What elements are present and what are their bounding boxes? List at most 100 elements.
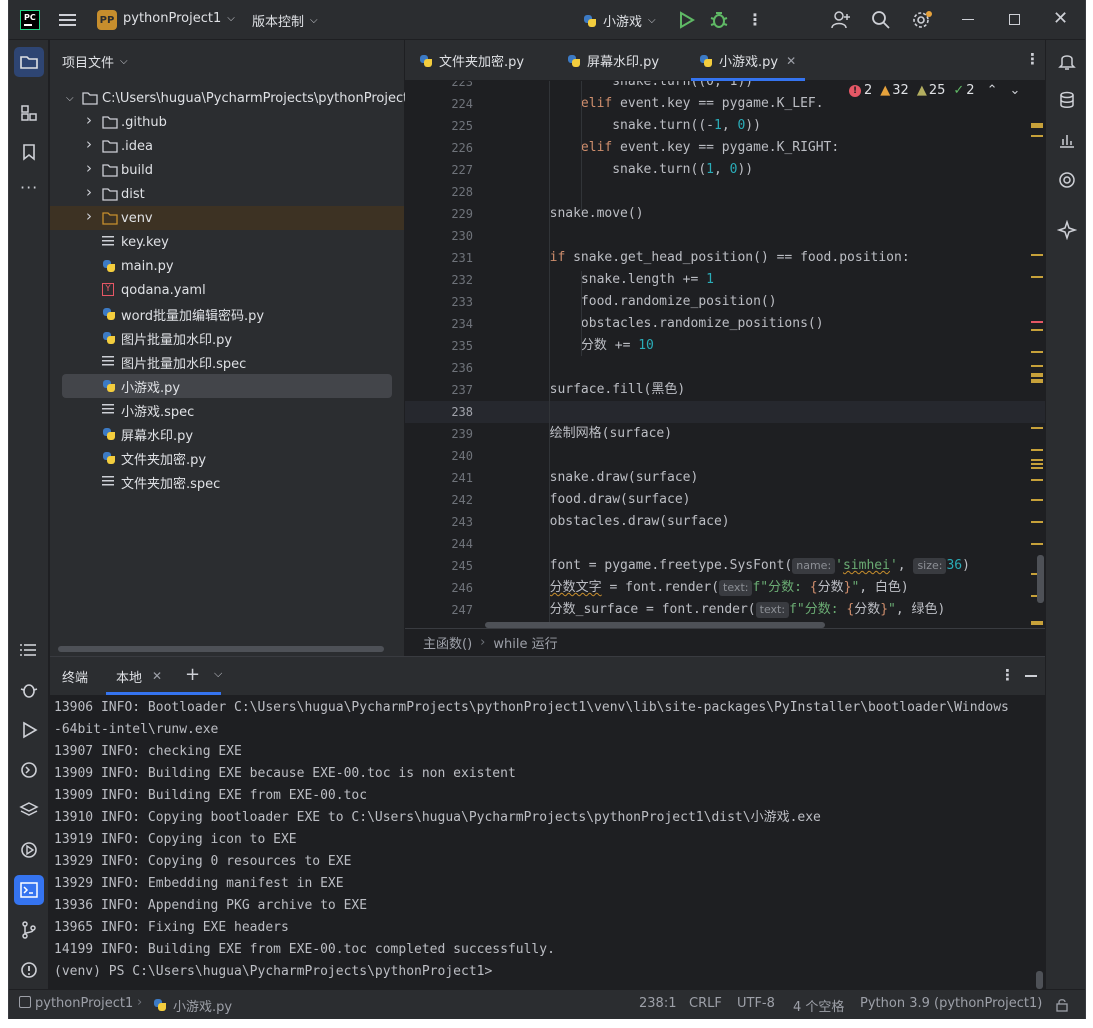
ide-window: PC PP pythonProject1 ⌵ 版本控制 ⌵ 小游戏 ⌵ ⋮ ✕ … — [8, 0, 1086, 1019]
terminal-line: -64bit-intel\runw.exe — [54, 722, 219, 737]
ai-assistant-icon[interactable] — [1057, 220, 1077, 240]
tree-item[interactable]: › build — [50, 158, 404, 182]
chevron-right-icon[interactable]: › — [86, 159, 92, 177]
hide-panel-icon[interactable] — [1025, 675, 1037, 677]
chevron-down-icon[interactable]: ⌄ — [1009, 83, 1020, 98]
vertical-scrollbar[interactable] — [1036, 971, 1043, 989]
add-user-icon[interactable] — [831, 10, 851, 30]
tab-screen-watermark[interactable]: 屏幕水印.py — [567, 40, 659, 81]
tree-item[interactable]: 文件夹加密.spec — [50, 470, 404, 494]
code-area[interactable]: 223 snake.turn((0, 1)) 224 elif event.ke… — [405, 81, 1045, 628]
bug-icon[interactable] — [709, 10, 729, 30]
debug-tool-icon[interactable] — [19, 680, 39, 700]
layers-icon[interactable] — [19, 800, 39, 820]
chevron-right-icon[interactable]: › — [86, 183, 92, 201]
scroll-marker — [1031, 379, 1043, 383]
indent-guide — [581, 271, 582, 356]
search-icon[interactable] — [871, 10, 891, 30]
notifications-icon[interactable] — [1057, 51, 1077, 71]
run-config-label: 小游戏 — [603, 15, 643, 30]
close-tab-icon[interactable]: ✕ — [786, 54, 796, 68]
more-vertical-icon[interactable]: ⋮ — [747, 10, 763, 29]
tree-root[interactable]: ⌵ C:\Users\hugua\PycharmProjects\pythonP… — [50, 86, 408, 110]
python-packages-icon[interactable] — [1057, 170, 1077, 190]
chevron-right-icon[interactable]: › — [86, 111, 92, 129]
tree-item[interactable]: › dist — [50, 182, 404, 206]
folder-icon — [102, 140, 118, 153]
status-encoding[interactable]: UTF-8 — [737, 996, 775, 1011]
vertical-scrollbar[interactable] — [1037, 555, 1044, 603]
tree-item[interactable]: › .github — [50, 110, 404, 134]
project-selector[interactable]: pythonProject1 ⌵ — [123, 11, 235, 26]
gear-icon[interactable] — [911, 10, 933, 30]
yaml-file-icon: Y — [102, 283, 114, 296]
lock-icon[interactable] — [1055, 998, 1069, 1012]
status-caret-position[interactable]: 238:1 — [639, 996, 676, 1011]
run-config-selector[interactable]: 小游戏 ⌵ — [583, 11, 656, 30]
terminal-line: (venv) PS C:\Users\hugua\PycharmProjects… — [54, 964, 493, 979]
terminal-line: 13910 INFO: Copying bootloader EXE to C:… — [54, 810, 821, 825]
tree-item[interactable]: › .idea — [50, 134, 404, 158]
list-icon[interactable] — [19, 640, 39, 660]
tree-item[interactable]: 图片批量加水印.spec — [50, 350, 404, 374]
python-console-icon[interactable] — [19, 760, 39, 780]
folder-icon[interactable] — [19, 52, 39, 72]
status-indent[interactable]: 4 个空格 — [793, 996, 844, 1015]
tab-folder-encrypt[interactable]: 文件夹加密.py — [419, 40, 524, 81]
python-file-icon — [567, 54, 581, 68]
more-horizontal-icon[interactable]: ··· — [20, 178, 38, 197]
main-menu-icon[interactable] — [59, 12, 76, 28]
scientific-mode-icon[interactable] — [1057, 130, 1077, 150]
close-tab-icon[interactable]: ✕ — [152, 669, 162, 683]
database-icon[interactable] — [1057, 90, 1077, 110]
tree-item[interactable]: 屏幕水印.py — [50, 422, 404, 446]
inspection-widget[interactable]: ! 2 ▲ 32 ▲ 25 ✓ 2 ⌃ ⌄ — [845, 83, 1025, 98]
active-tab-indicator — [106, 692, 221, 695]
tree-item-label: word批量加编辑密码.py — [121, 308, 265, 324]
play-icon[interactable] — [677, 11, 695, 29]
horizontal-scrollbar[interactable] — [58, 646, 384, 652]
tree-item[interactable]: 图片批量加水印.py — [50, 326, 404, 350]
more-vertical-icon[interactable]: ⋮ — [1000, 666, 1015, 684]
tree-item[interactable]: 文件夹加密.py — [50, 446, 404, 470]
plus-icon[interactable]: + — [185, 664, 200, 685]
minimize-icon[interactable] — [962, 19, 974, 20]
terminal-icon — [20, 882, 38, 898]
chevron-right-icon[interactable]: › — [86, 207, 92, 225]
status-line-ending[interactable]: CRLF — [689, 996, 722, 1011]
tree-item-label: 图片批量加水印.spec — [121, 356, 247, 372]
run-tool-icon[interactable] — [19, 720, 39, 740]
bookmark-icon[interactable] — [19, 142, 39, 162]
breadcrumb-item[interactable]: while 运行 — [493, 633, 557, 652]
project-panel-header[interactable]: 项目文件 ⌵ — [62, 52, 128, 71]
scroll-marker — [1031, 135, 1043, 137]
chevron-down-icon[interactable]: ⌵ — [214, 667, 222, 681]
tree-item[interactable]: word批量加编辑密码.py — [50, 302, 404, 326]
python-file-icon — [102, 379, 116, 393]
tree-item[interactable]: › venv — [50, 206, 404, 230]
terminal-tab-local[interactable]: 本地 ✕ — [106, 657, 221, 695]
vcs-menu[interactable]: 版本控制 ⌵ — [252, 11, 318, 30]
tree-item[interactable]: Yqodana.yaml — [50, 278, 404, 302]
tree-item[interactable]: main.py — [50, 254, 404, 278]
status-file[interactable]: 小游戏.py — [173, 996, 232, 1015]
tree-item[interactable]: key.key — [50, 230, 404, 254]
status-interpreter[interactable]: Python 3.9 (pythonProject1) — [860, 996, 1042, 1011]
tree-item[interactable]: 小游戏.spec — [50, 398, 404, 422]
git-icon[interactable] — [19, 920, 39, 940]
terminal-panel: 终端 本地 ✕ + ⌵ ⋮ 13906 INFO: Bootloader C:\… — [50, 656, 1045, 989]
terminal-output[interactable]: 13906 INFO: Bootloader C:\Users\hugua\Py… — [54, 697, 1039, 983]
more-vertical-icon[interactable]: ⋮ — [1025, 50, 1040, 68]
structure-icon[interactable] — [19, 103, 39, 123]
status-project[interactable]: pythonProject1 — [35, 996, 133, 1011]
close-icon[interactable]: ✕ — [1053, 8, 1068, 29]
breadcrumb-item[interactable]: 主函数() — [423, 633, 472, 652]
tab-mini-game[interactable]: 小游戏.py ✕ — [699, 40, 796, 81]
chevron-up-icon[interactable]: ⌃ — [987, 83, 998, 98]
problems-icon[interactable] — [19, 960, 39, 980]
services-icon[interactable] — [19, 840, 39, 860]
chevron-right-icon[interactable]: › — [86, 135, 92, 153]
maximize-icon[interactable] — [1009, 14, 1020, 25]
tree-item-label: 小游戏.py — [121, 380, 181, 396]
tree-item[interactable]: 小游戏.py — [62, 374, 392, 398]
